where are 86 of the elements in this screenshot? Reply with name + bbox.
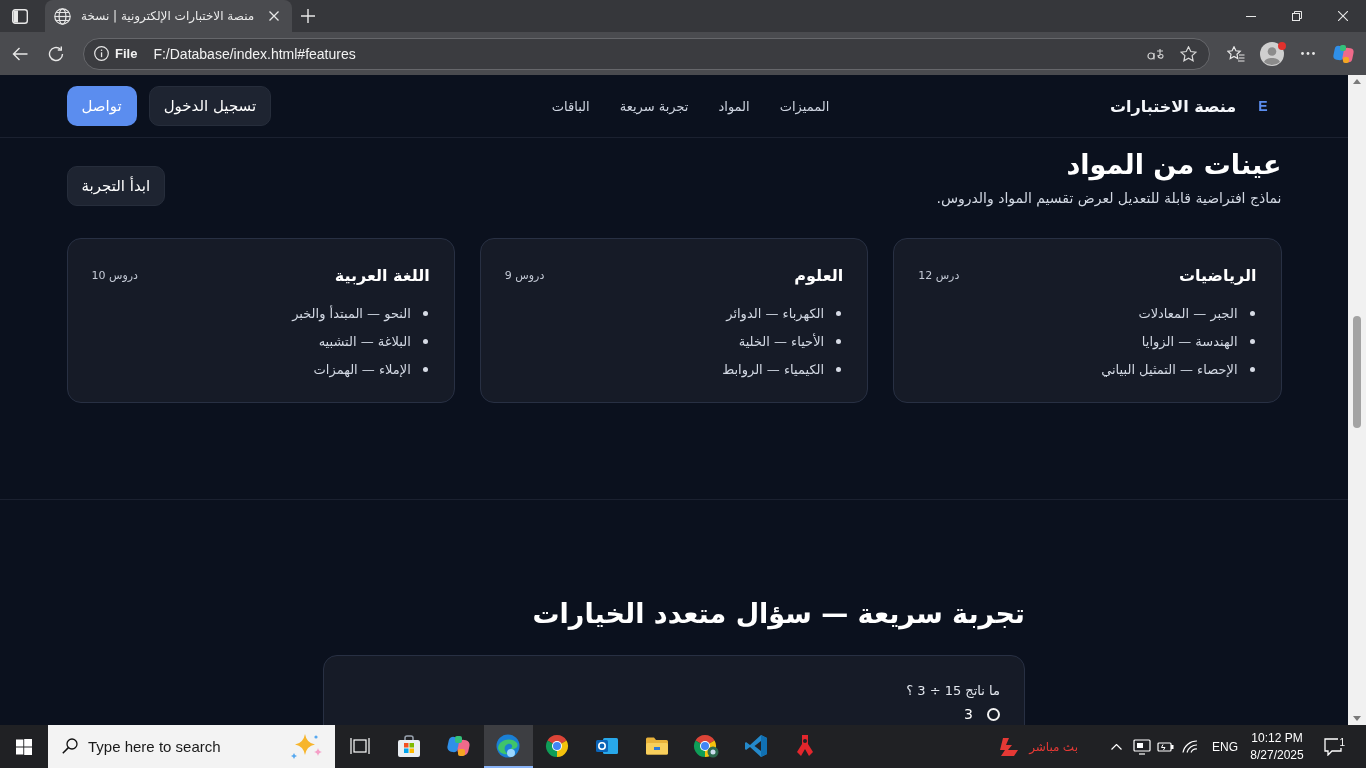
chevron-up-icon — [1111, 743, 1123, 750]
avatar-icon — [1260, 41, 1284, 66]
site-info-button[interactable]: File — [88, 41, 144, 66]
sidebar-icon — [12, 8, 28, 24]
notification-icon — [1324, 737, 1342, 756]
section-title: تجربة سريعة — سؤال متعدد الخيارات — [531, 597, 1025, 632]
bullet-icon — [1249, 338, 1255, 344]
lesson-item: الإملاء — الهمزات — [313, 361, 411, 377]
close-icon — [269, 11, 280, 21]
clock-date[interactable]: 8/27/2025 — [1250, 746, 1304, 764]
scroll-thumb[interactable] — [1353, 316, 1361, 428]
nav-link[interactable]: الباقات — [551, 98, 590, 114]
notifications-button[interactable]: 1 — [1310, 737, 1356, 756]
question-text: ما ناتج 15 ÷ 3 ؟ — [905, 683, 1000, 699]
url-text[interactable]: F:/Database/index.html#features — [153, 45, 356, 62]
three-color-wheel-icon — [544, 733, 571, 758]
restore-icon — [1292, 11, 1302, 21]
info-icon — [94, 46, 109, 61]
more-dots-icon — [1301, 52, 1315, 55]
search-icon — [62, 738, 78, 754]
wheel-with-avatar-icon — [693, 733, 720, 758]
swirl-browser-icon — [496, 733, 521, 758]
lesson-item: الهندسة — الزوايا — [1141, 333, 1238, 349]
plus-icon — [301, 9, 316, 23]
subject-title: اللغة العربية — [334, 265, 430, 285]
lesson-count: 12 درس — [918, 268, 960, 282]
login-button[interactable]: تسجيل الدخول — [148, 86, 272, 126]
brand-name[interactable]: منصة الاختبارات — [1109, 96, 1237, 116]
bullet-icon — [422, 338, 428, 344]
bullet-icon — [1249, 366, 1255, 372]
address-bar[interactable]: File F:/Database/index.html#features — [83, 37, 1210, 70]
minimize-icon — [1246, 15, 1256, 17]
wifi-icon — [1182, 740, 1198, 753]
globe-icon — [54, 7, 71, 25]
notification-count: 1 — [1338, 736, 1346, 748]
bullet-icon — [836, 366, 842, 372]
close-icon — [1338, 11, 1348, 21]
store-bag-icon — [397, 734, 422, 757]
task-view-icon — [349, 736, 370, 755]
nav-link[interactable]: تجربة سريعة — [619, 98, 689, 114]
bullet-icon — [1249, 310, 1255, 316]
lesson-item: الكيمياء — الروابط — [722, 361, 825, 377]
clock-time[interactable]: 10:12 PM — [1251, 729, 1303, 747]
bullet-icon — [422, 310, 428, 316]
scroll-up-icon — [1353, 79, 1361, 84]
bullet-icon — [836, 338, 842, 344]
lesson-item: الجبر — المعادلات — [1138, 305, 1238, 321]
subject-title: العلوم — [794, 265, 844, 285]
scroll-down-icon — [1353, 716, 1361, 721]
star-icon — [1179, 45, 1197, 62]
logo-mark: E — [1258, 98, 1268, 114]
bullet-icon — [836, 310, 842, 316]
notification-dot-icon — [1278, 41, 1286, 50]
radio-button[interactable] — [987, 708, 1000, 722]
live-stream-label[interactable]: بث مباشر — [1029, 739, 1078, 754]
language-indicator[interactable]: ENG — [1212, 739, 1238, 754]
section-subtitle: نماذج افتراضية قابلة للتعديل لعرض تقسيم المواد والدروس. — [936, 190, 1282, 207]
lesson-item: الكهرباء — الدوائر — [726, 305, 825, 321]
lesson-item: البلاغة — التشبيه — [318, 333, 411, 349]
color-blobs-logo-icon — [446, 734, 471, 757]
translate-icon — [1147, 46, 1165, 61]
lesson-count: 9 دروس — [504, 268, 545, 282]
code-editor-icon — [743, 733, 768, 758]
color-blobs-logo-icon — [1333, 43, 1355, 64]
browser-tab[interactable]: منصة الاختبارات الإلكترونية | نسخة — [45, 0, 293, 32]
lesson-item: النحو — المبتدأ والخبر — [292, 305, 411, 321]
favorites-list-icon — [1227, 45, 1245, 62]
back-arrow-icon — [12, 46, 28, 61]
battery-icon — [1157, 740, 1175, 753]
start-trial-button[interactable]: ابدأ التجربة — [66, 165, 166, 206]
lesson-item: الأحياء — الخلية — [738, 333, 825, 349]
nav-link[interactable]: المواد — [718, 98, 750, 114]
option-label[interactable]: 3 — [964, 707, 973, 723]
start-icon — [16, 738, 32, 755]
bullet-icon — [422, 366, 428, 372]
refresh-icon — [48, 45, 64, 62]
lesson-count: 10 دروس — [91, 268, 138, 282]
search-field[interactable]: Type here to search — [48, 725, 335, 768]
subject-title: الرياضيات — [1178, 265, 1257, 285]
nav-link[interactable]: المميزات — [779, 98, 830, 114]
section-title: عينات من المواد — [1065, 148, 1282, 183]
scrollbar[interactable] — [1348, 75, 1366, 725]
taskbar-app-button[interactable] — [483, 725, 533, 768]
folder-icon — [644, 735, 669, 756]
monitor-icon — [1133, 738, 1151, 755]
lesson-item: الإحصاء — التمثيل البياني — [1101, 361, 1238, 377]
